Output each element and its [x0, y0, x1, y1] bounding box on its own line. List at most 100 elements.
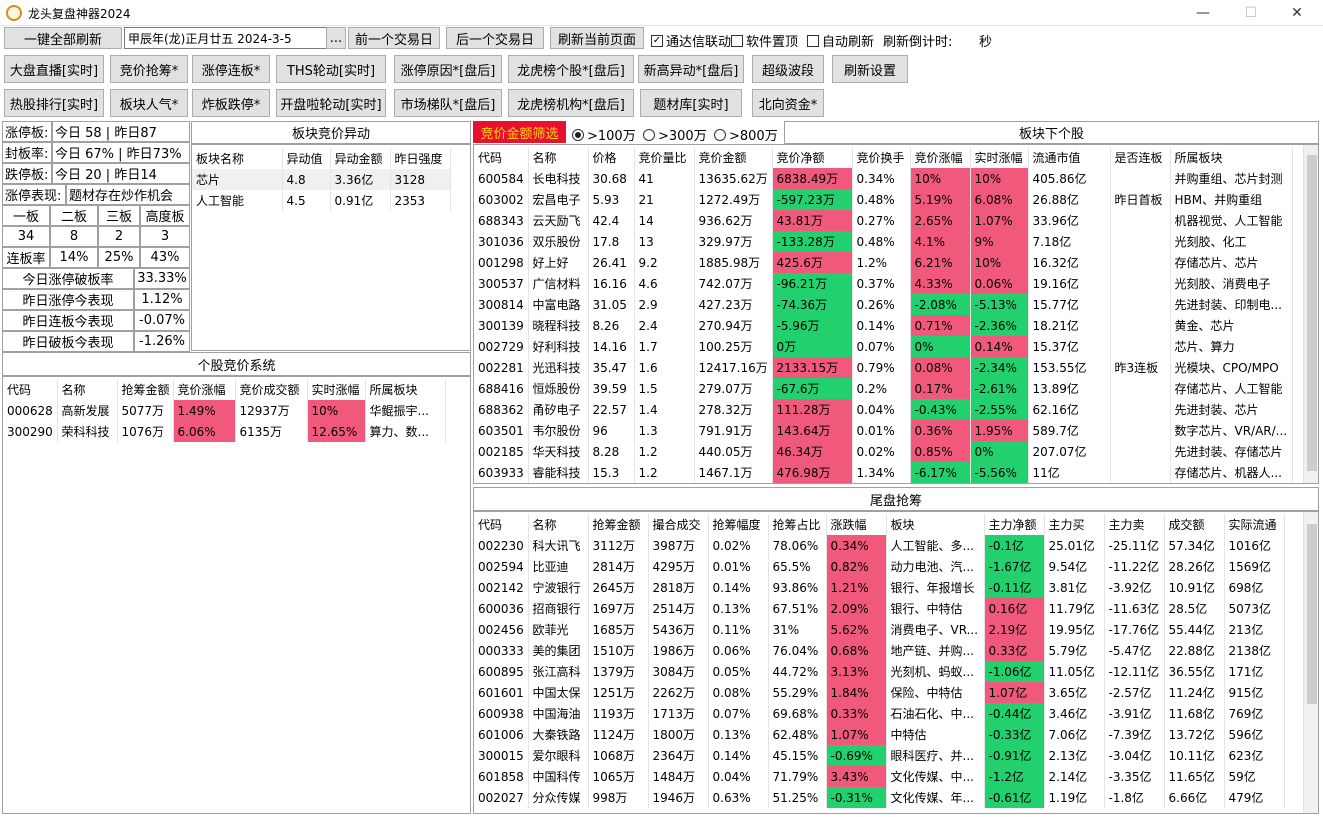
- auto-refresh-checkbox[interactable]: 自动刷新: [807, 31, 874, 50]
- column-header[interactable]: 实时涨幅: [970, 147, 1029, 168]
- column-header[interactable]: 竞价量比: [634, 147, 695, 168]
- column-header[interactable]: 涨跌幅: [826, 514, 887, 535]
- column-header[interactable]: 成交额: [1164, 514, 1225, 535]
- tail-row[interactable]: 002230 科大讯飞 3112万 3987万 0.02% 78.06% 0.34% 人工智能…: [474, 535, 1285, 556]
- tail-row[interactable]: 601601 中国太保 1251万 2262万 0.08% 55.29% 1.84% 保险、中…: [474, 682, 1285, 703]
- auction-row[interactable]: 000628 高新发展 5077万 1.49% 12937万 10% 华鲲振宇...: [3, 400, 446, 421]
- column-header[interactable]: 价格: [588, 147, 635, 168]
- tail-row[interactable]: 601858 中国科传 1065万 1484万 0.04% 71.79% 3.43% 文化传媒…: [474, 766, 1285, 787]
- tail-row[interactable]: 601006 大秦铁路 1124万 1800万 0.13% 62.48% 1.07% 中特估 -…: [474, 724, 1285, 745]
- column-header[interactable]: 实时涨幅: [307, 379, 366, 400]
- prev-trading-day-button[interactable]: 前一个交易日: [348, 27, 440, 49]
- date-field[interactable]: 甲辰年(龙)正月廿五 2024-3-5: [124, 27, 328, 49]
- tail-row[interactable]: 600938 中国海油 1193万 1713万 0.07% 69.68% 0.33% 石油石化…: [474, 703, 1285, 724]
- stock-row[interactable]: 688362 甬矽电子 22.57 1.4 278.32万 111.28万 0.04% -0.…: [474, 399, 1293, 420]
- tail-scrollbar[interactable]: [1303, 512, 1318, 813]
- stay-on-top-checkbox[interactable]: 软件置顶: [731, 31, 798, 50]
- minimize-button[interactable]: —: [1188, 4, 1218, 22]
- stock-row[interactable]: 603002 宏昌电子 5.93 21 1272.49万 -597.23万 0.48% 5.1…: [474, 189, 1293, 210]
- column-header[interactable]: 昨日强度: [390, 148, 451, 169]
- nav-button-6[interactable]: 龙虎榜个股*[盘后]: [508, 55, 634, 83]
- nav-button-8[interactable]: 超级波段: [752, 55, 824, 83]
- column-header[interactable]: 抢筹幅度: [708, 514, 769, 535]
- column-header[interactable]: 异动值: [282, 148, 331, 169]
- nav-button-1[interactable]: 热股排行[实时]: [4, 89, 104, 117]
- sector-row[interactable]: 芯片 4.8 3.36亿 3128: [192, 169, 451, 190]
- stock-row[interactable]: 300139 晓程科技 8.26 2.4 270.94万 -5.96万 0.14% 0.71%…: [474, 315, 1293, 336]
- amount-filter-option[interactable]: >300万: [643, 125, 707, 144]
- column-header[interactable]: 名称: [528, 147, 589, 168]
- nav-button-5[interactable]: 市场梯队*[盘后]: [394, 89, 502, 117]
- column-header[interactable]: 竞价净额: [772, 147, 853, 168]
- stocks-scrollbar[interactable]: [1303, 145, 1318, 483]
- column-header[interactable]: 竞价金额: [694, 147, 773, 168]
- refresh-page-button[interactable]: 刷新当前页面: [550, 27, 644, 49]
- tail-row[interactable]: 002456 欧菲光 1685万 5436万 0.11% 31% 5.62% 消费电子、VR.…: [474, 619, 1285, 640]
- column-header[interactable]: 代码: [3, 379, 58, 400]
- maximize-button[interactable]: ☐: [1236, 4, 1266, 22]
- tail-row[interactable]: 002594 比亚迪 2814万 4295万 0.01% 65.5% 0.82% 动力电池、汽…: [474, 556, 1285, 577]
- sector-row[interactable]: 人工智能 4.5 0.91亿 2353: [192, 190, 451, 211]
- tail-row[interactable]: 600036 招商银行 1697万 2514万 0.13% 67.51% 2.09% 银行、中…: [474, 598, 1285, 619]
- nav-button-7[interactable]: 题材库[实时]: [640, 89, 742, 117]
- column-header[interactable]: 流通市值: [1028, 147, 1111, 168]
- auction-row[interactable]: 300290 荣科科技 1076万 6.06% 6135万 12.65% 算力、数...: [3, 421, 446, 442]
- nav-button-9[interactable]: 刷新设置: [832, 55, 908, 83]
- scroll-thumb[interactable]: [1307, 524, 1317, 704]
- scroll-thumb[interactable]: [1307, 155, 1317, 471]
- nav-button-8[interactable]: 北向资金*: [752, 89, 824, 117]
- nav-button-4[interactable]: 开盘啦轮动[实时]: [276, 89, 386, 117]
- refresh-all-button[interactable]: 一键全部刷新: [4, 27, 122, 49]
- tail-row[interactable]: 600895 张江高科 1379万 3084万 0.05% 44.72% 3.13% 光刻机、…: [474, 661, 1285, 682]
- column-header[interactable]: 板块: [886, 514, 985, 535]
- nav-button-1[interactable]: 大盘直播[实时]: [4, 55, 104, 83]
- column-header[interactable]: 主力净额: [984, 514, 1045, 535]
- column-header[interactable]: 竞价涨幅: [173, 379, 236, 400]
- stock-row[interactable]: 002185 华天科技 8.28 1.2 440.05万 46.34万 0.02% 0.85%…: [474, 441, 1293, 462]
- column-header[interactable]: 撮合成交: [648, 514, 709, 535]
- stock-row[interactable]: 688343 云天励飞 42.4 14 936.62万 43.81万 0.27% 2.65% 1…: [474, 210, 1293, 231]
- column-header[interactable]: 竞价涨幅: [910, 147, 971, 168]
- stock-row[interactable]: 688416 恒烁股份 39.59 1.5 279.07万 -67.6万 0.2% 0.17%…: [474, 378, 1293, 399]
- column-header[interactable]: 所属板块: [365, 379, 446, 400]
- nav-button-6[interactable]: 龙虎榜机构*[盘后]: [508, 89, 634, 117]
- column-header[interactable]: 名称: [57, 379, 118, 400]
- nav-button-3[interactable]: 涨停连板*: [192, 55, 270, 83]
- tail-row[interactable]: 002142 宁波银行 2645万 2818万 0.14% 93.86% 1.21% 银行、年…: [474, 577, 1285, 598]
- stock-row[interactable]: 600584 长电科技 30.68 41 13635.62万 6838.49万 0.34% 1…: [474, 168, 1293, 189]
- nav-button-5[interactable]: 涨停原因*[盘后]: [394, 55, 502, 83]
- column-header[interactable]: 抢筹金额: [588, 514, 649, 535]
- column-header[interactable]: 抢筹金额: [117, 379, 174, 400]
- column-header[interactable]: 竞价成交额: [235, 379, 308, 400]
- column-header[interactable]: 是否连板: [1110, 147, 1171, 168]
- column-header[interactable]: 异动金额: [330, 148, 391, 169]
- nav-button-2[interactable]: 竞价抢筹*: [110, 55, 188, 83]
- tdx-link-checkbox[interactable]: ✓ 通达信联动: [651, 31, 731, 50]
- nav-button-4[interactable]: THS轮动[实时]: [276, 55, 386, 83]
- column-header[interactable]: 主力卖: [1104, 514, 1165, 535]
- stock-row[interactable]: 603501 韦尔股份 96 1.3 791.91万 143.64万 0.01% 0.36% 1…: [474, 420, 1293, 441]
- nav-button-2[interactable]: 板块人气*: [110, 89, 188, 117]
- column-header[interactable]: 主力买: [1044, 514, 1105, 535]
- stock-row[interactable]: 301036 双乐股份 17.8 13 329.97万 -133.28万 0.48% 4.1%…: [474, 231, 1293, 252]
- nav-button-7[interactable]: 新高异动*[盘后]: [638, 55, 744, 83]
- date-picker-button[interactable]: ...: [326, 27, 346, 49]
- stock-row[interactable]: 300814 中富电路 31.05 2.9 427.23万 -74.36万 0.26% -2.…: [474, 294, 1293, 315]
- tail-row[interactable]: 300015 爱尔眼科 1068万 2364万 0.14% 45.15% -0.69% 眼科医…: [474, 745, 1285, 766]
- close-button[interactable]: ✕: [1282, 4, 1312, 22]
- tail-row[interactable]: 002027 分众传媒 998万 1946万 0.63% 51.25% -0.31% 文化传媒…: [474, 787, 1285, 808]
- stock-row[interactable]: 002729 好利科技 14.16 1.7 100.25万 0万 0.07% 0% 0.14% 1…: [474, 336, 1293, 357]
- column-header[interactable]: 所属板块: [1170, 147, 1293, 168]
- amount-filter-option[interactable]: >100万: [572, 125, 636, 144]
- stock-row[interactable]: 001298 好上好 26.41 9.2 1885.98万 425.6万 1.2% 6.21%…: [474, 252, 1293, 273]
- column-header[interactable]: 抢筹占比: [768, 514, 827, 535]
- column-header[interactable]: 代码: [474, 147, 529, 168]
- column-header[interactable]: 实际流通: [1224, 514, 1285, 535]
- stock-row[interactable]: 603933 睿能科技 15.3 1.2 1467.1万 476.98万 1.34% -6.1…: [474, 462, 1293, 483]
- next-trading-day-button[interactable]: 后一个交易日: [446, 27, 544, 49]
- tail-row[interactable]: 000333 美的集团 1510万 1986万 0.06% 76.04% 0.68% 地产链、…: [474, 640, 1285, 661]
- nav-button-3[interactable]: 炸板跌停*: [192, 89, 270, 117]
- column-header[interactable]: 代码: [474, 514, 529, 535]
- column-header[interactable]: 板块名称: [192, 148, 283, 169]
- column-header[interactable]: 竞价换手: [852, 147, 911, 168]
